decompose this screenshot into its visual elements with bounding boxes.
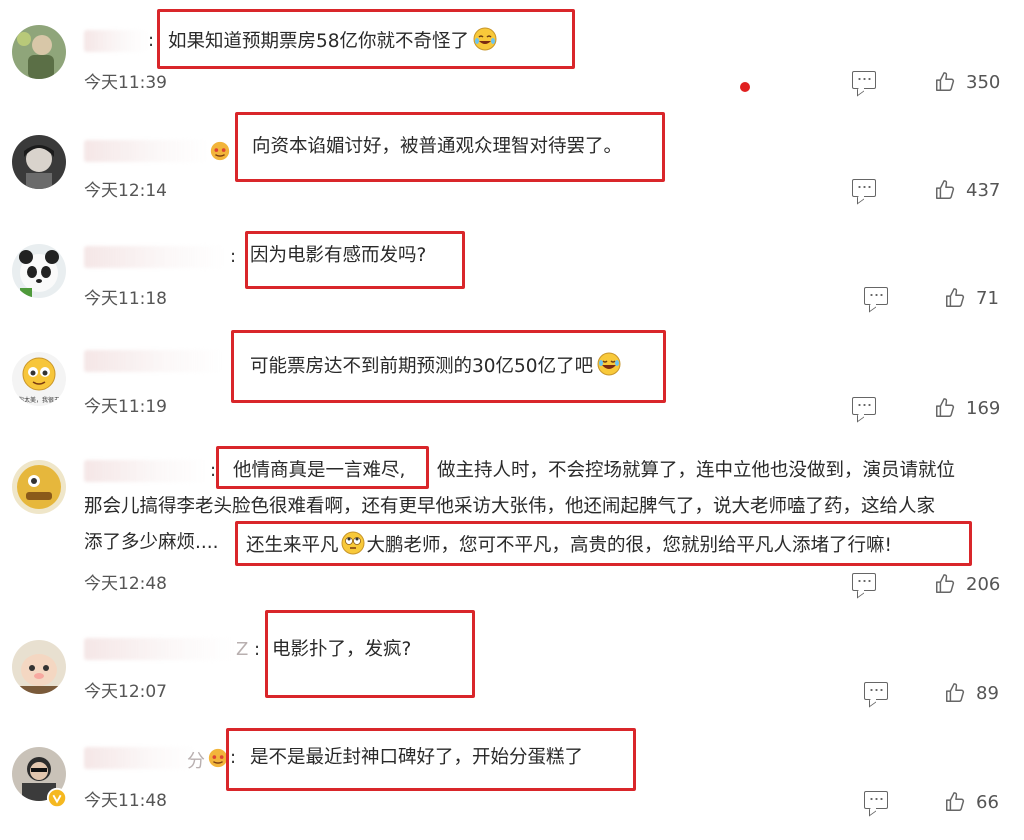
avatar[interactable] <box>12 640 66 694</box>
timestamp: 今天11:19 <box>84 397 167 417</box>
like-count: 169 <box>966 397 1001 419</box>
like-count: 437 <box>966 179 1001 201</box>
timestamp: 今天11:18 <box>84 289 167 309</box>
comment-text-highlight: 他情商真是一言难尽, <box>233 460 406 481</box>
badge-emoji-icon <box>210 141 230 161</box>
thumbs-up-icon <box>946 288 965 307</box>
like-button[interactable]: 206 <box>934 573 1000 595</box>
username-blurred[interactable] <box>84 747 194 769</box>
thumbs-up-icon <box>936 574 955 593</box>
comment-6: Z : 电影扑了，发疯? 今天12:07 89 <box>0 610 1024 725</box>
avatar[interactable] <box>12 244 66 298</box>
like-count: 66 <box>976 791 999 813</box>
thumbs-up-icon <box>936 398 955 417</box>
like-count: 206 <box>966 573 1001 595</box>
comment-icon[interactable] <box>852 573 876 591</box>
like-button[interactable]: 71 <box>944 287 999 309</box>
comment-5: : 他情商真是一言难尽, 做主持人时，不会控场就算了，连中立他也没做到，演员请就… <box>0 440 1024 610</box>
comment-icon[interactable] <box>852 397 876 415</box>
avatar[interactable] <box>12 460 66 514</box>
username-blurred[interactable] <box>84 140 209 162</box>
comment-text: 向资本谄媚讨好，被普通观众理智对待罢了。 <box>252 136 623 157</box>
timestamp: 今天11:48 <box>84 791 167 811</box>
comment-text-highlight-2: 还生来平凡 大鹏老师，您可不平凡，高贵的很，您就别给平凡人添堵了行嘛! <box>246 531 892 558</box>
timestamp: 今天11:39 <box>84 73 167 93</box>
comment-text-line3: 添了多少麻烦.... <box>84 532 219 553</box>
like-count: 71 <box>976 287 999 309</box>
comment-icon[interactable] <box>852 71 876 89</box>
timestamp: 今天12:48 <box>84 574 167 594</box>
comment-icon[interactable] <box>864 287 888 305</box>
thumbs-up-icon <box>946 683 965 702</box>
comment-3: : 因为电影有感而发吗? 今天11:18 71 <box>0 220 1024 330</box>
like-count: 89 <box>976 682 999 704</box>
username-blurred[interactable] <box>84 246 226 268</box>
thumbs-up-icon <box>936 180 955 199</box>
like-button[interactable]: 350 <box>934 71 1000 93</box>
like-button[interactable]: 437 <box>934 179 1000 201</box>
username-blurred[interactable] <box>84 638 234 660</box>
like-button[interactable]: 169 <box>934 397 1000 419</box>
thumbs-up-icon <box>936 72 955 91</box>
colon: : <box>230 246 237 267</box>
crying-laughing-emoji-icon <box>473 27 497 51</box>
avatar[interactable] <box>12 135 66 189</box>
comment-text-line2: 那会儿搞得李老头脸色很难看啊，还有更早他采访大张伟，他还闹起脾气了，说大老师嗑了… <box>84 496 936 517</box>
like-button[interactable]: 66 <box>944 791 999 813</box>
colon: : <box>254 639 261 660</box>
thumbs-up-icon <box>946 792 965 811</box>
avatar[interactable] <box>12 25 66 79</box>
comment-text: 因为电影有感而发吗? <box>250 245 427 266</box>
like-count: 350 <box>966 71 1001 93</box>
colon: : <box>148 30 155 51</box>
username-fragment: 分 <box>187 751 205 772</box>
like-button[interactable]: 89 <box>944 682 999 704</box>
avatar-caption: 你太美，我很丑 <box>18 396 60 404</box>
timestamp: 今天12:14 <box>84 181 167 201</box>
comment-text: 做主持人时，不会控场就算了，连中立他也没做到，演员请就位 <box>437 460 956 481</box>
verified-badge-icon <box>46 787 68 809</box>
comment-icon[interactable] <box>852 179 876 197</box>
eye-roll-emoji-icon <box>341 531 365 555</box>
comment-7: 分 : 是不是最近封神口碑好了，开始分蛋糕了 今天11:48 66 <box>0 725 1024 840</box>
username-fragment: Z <box>236 639 249 660</box>
comment-1: : 如果知道预期票房58亿你就不奇怪了 今天11:39 350 <box>0 0 1024 110</box>
username-blurred[interactable] <box>84 350 224 372</box>
laughing-tears-emoji-icon <box>597 352 621 376</box>
comment-2: 向资本谄媚讨好，被普通观众理智对待罢了。 今天12:14 437 <box>0 110 1024 220</box>
comment-icon[interactable] <box>864 682 888 700</box>
comment-4: 你太美，我很丑 可能票房达不到前期预测的30亿50亿了吧 今天11:19 169 <box>0 330 1024 440</box>
timestamp: 今天12:07 <box>84 682 167 702</box>
username-blurred[interactable] <box>84 460 208 482</box>
comment-text: 是不是最近封神口碑好了，开始分蛋糕了 <box>250 747 584 768</box>
username-blurred[interactable] <box>84 30 148 52</box>
comment-text: 可能票房达不到前期预测的30亿50亿了吧 <box>250 352 621 379</box>
comment-text: 如果知道预期票房58亿你就不奇怪了 <box>168 27 497 54</box>
comment-icon[interactable] <box>864 791 888 809</box>
avatar[interactable]: 你太美，我很丑 <box>12 352 66 406</box>
comment-text: 电影扑了，发疯? <box>272 639 412 660</box>
